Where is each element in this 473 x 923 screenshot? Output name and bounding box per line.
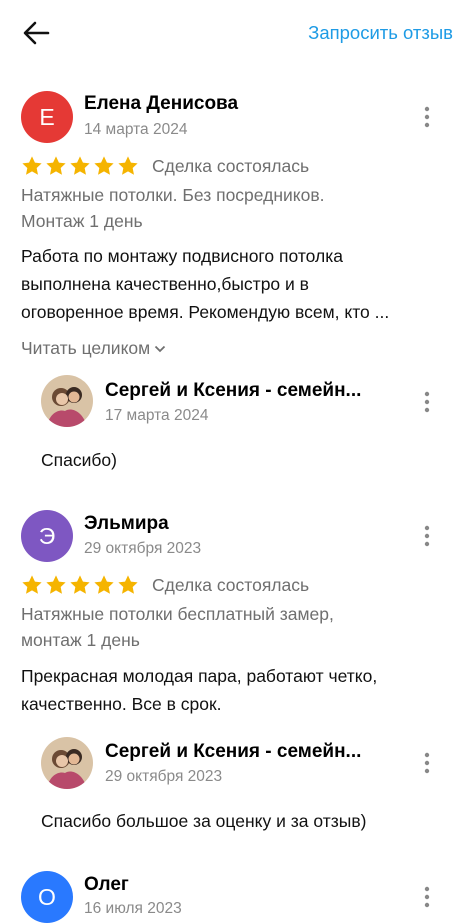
reviewer-name: Эльмира xyxy=(84,513,169,534)
avatar: О xyxy=(21,871,73,923)
reply-author-name: Сергей и Ксения - семейн... xyxy=(105,380,362,401)
avatar: Е xyxy=(21,91,73,143)
couple-photo-icon xyxy=(41,375,93,427)
reviewer-name: Олег xyxy=(84,874,129,895)
review-text-line-2: качественно. Все в срок. xyxy=(21,694,222,714)
couple-photo-icon xyxy=(41,737,93,789)
review-text-line-3: оговоренное время. Рекомендую всем, кто … xyxy=(21,302,390,322)
category-line-1: Натяжные потолки бесплатный замер, xyxy=(21,604,334,624)
star-icon xyxy=(94,575,114,594)
request-review-button[interactable]: Запросить отзыв xyxy=(308,22,453,44)
star-icon xyxy=(70,156,90,175)
review-text-line-1: Работа по монтажу подвисного потолка xyxy=(21,246,343,266)
more-options-icon[interactable] xyxy=(419,752,435,774)
top-bar: Запросить отзыв xyxy=(0,0,473,66)
reply-date: 29 октября 2023 xyxy=(105,768,223,785)
reply-text: Спасибо большое за оценку и за отзыв) xyxy=(41,811,367,831)
star-icon xyxy=(94,156,114,175)
chevron-down-icon xyxy=(155,345,166,352)
category-line-1: Натяжные потолки. Без посредников. xyxy=(21,185,325,205)
more-options-icon[interactable] xyxy=(419,525,435,547)
reply-avatar xyxy=(41,375,93,427)
star-icon xyxy=(46,575,66,594)
review-text-line-2: выполнена качественно,быстро и в xyxy=(21,274,309,294)
reply-date: 17 марта 2024 xyxy=(105,407,209,424)
more-options-icon[interactable] xyxy=(419,391,435,413)
star-icon xyxy=(22,575,42,594)
star-icon xyxy=(70,575,90,594)
avatar-initial: Э xyxy=(38,522,56,549)
rating-stars xyxy=(21,574,139,596)
more-options-icon[interactable] xyxy=(419,886,435,908)
review-date: 14 марта 2024 xyxy=(84,121,188,138)
category-line-2: монтаж 1 день xyxy=(21,630,140,650)
reviewer-name: Елена Денисова xyxy=(84,93,239,114)
star-icon xyxy=(118,156,138,175)
category-line-2: Монтаж 1 день xyxy=(21,211,143,231)
reply-avatar xyxy=(41,737,93,789)
back-arrow-icon[interactable] xyxy=(22,20,50,46)
deal-status: Сделка состоялась xyxy=(152,156,310,176)
review-date: 29 октября 2023 xyxy=(84,540,202,557)
star-icon xyxy=(22,156,42,175)
reply-text: Спасибо) xyxy=(41,450,117,470)
avatar: Э xyxy=(21,510,73,562)
more-options-icon[interactable] xyxy=(419,106,435,128)
read-more-link[interactable]: Читать целиком xyxy=(21,338,166,359)
avatar-initial: О xyxy=(38,883,56,910)
avatar-initial: Е xyxy=(39,103,55,130)
star-icon xyxy=(118,575,138,594)
review-text-line-1: Прекрасная молодая пара, работают четко, xyxy=(21,666,378,686)
deal-status: Сделка состоялась xyxy=(152,575,310,595)
read-more-label: Читать целиком xyxy=(21,338,151,358)
rating-stars xyxy=(21,155,139,177)
review-date: 16 июля 2023 xyxy=(84,900,182,917)
reply-author-name: Сергей и Ксения - семейн... xyxy=(105,741,362,762)
star-icon xyxy=(46,156,66,175)
